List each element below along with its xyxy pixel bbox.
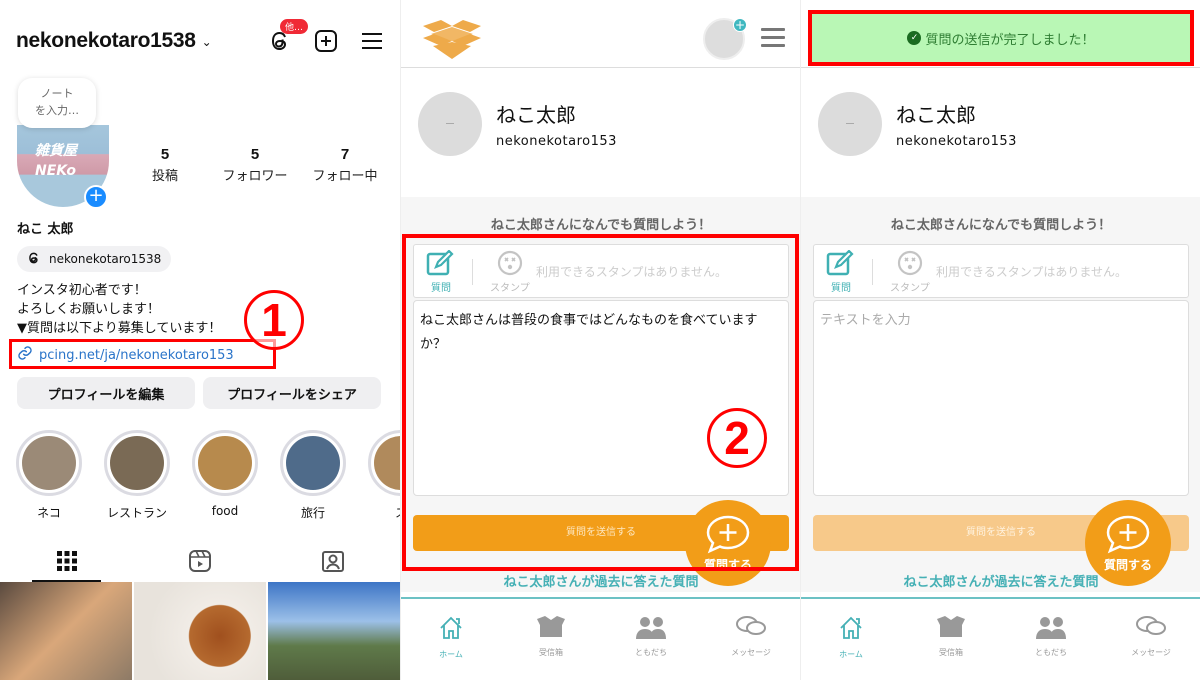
friends-icon xyxy=(1036,617,1066,639)
messages-icon xyxy=(736,616,766,635)
nav-messages[interactable]: メッセージ xyxy=(701,599,800,680)
annotation-step-1: 1 xyxy=(244,290,304,350)
success-toast: ✓ 質問の送信が完了しました！ xyxy=(808,10,1194,66)
annotation-highlight-box-1 xyxy=(9,339,276,369)
add-icon: + xyxy=(733,18,747,32)
bottom-nav: ホーム 受信箱 ともだち メッセージ xyxy=(401,597,800,680)
post-thumbnail[interactable] xyxy=(268,582,400,680)
home-icon xyxy=(840,616,862,639)
question-tools: 質問 スタンプ 利用できるスタンプはありません。 xyxy=(813,244,1189,298)
annotation-step-2: 2 xyxy=(707,408,767,468)
menu-icon[interactable] xyxy=(761,28,785,52)
profile-stats: 5 投稿 5 フォロワー 7 フォロー中 xyxy=(120,146,390,184)
nav-inbox[interactable]: 受信箱 xyxy=(901,599,1001,680)
profile-id: nekonekotaro153 xyxy=(496,134,617,149)
home-icon xyxy=(440,616,462,639)
post-thumbnail[interactable] xyxy=(0,582,132,680)
grid-icon xyxy=(56,551,77,571)
stamp-face-icon xyxy=(897,250,922,276)
highlight-thumbnail xyxy=(22,436,76,490)
peing-header: + xyxy=(401,0,800,68)
stat-followers[interactable]: 5 フォロワー xyxy=(215,146,295,184)
highlight-item[interactable]: ス xyxy=(368,430,400,521)
profile-avatar xyxy=(818,92,882,156)
peing-profile: ねこ太郎 nekonekotaro153 xyxy=(418,92,617,156)
tool-stamp[interactable]: スタンプ xyxy=(490,250,530,294)
messages-icon xyxy=(1136,616,1166,635)
tool-stamp[interactable]: スタンプ xyxy=(890,250,930,294)
tab-reels[interactable] xyxy=(133,540,266,582)
edit-profile-button[interactable]: プロフィールを編集 xyxy=(17,377,195,409)
nav-friends[interactable]: ともだち xyxy=(601,599,701,680)
profile-id: nekonekotaro153 xyxy=(896,134,1017,149)
nav-friends[interactable]: ともだち xyxy=(1001,599,1101,680)
highlight-thumbnail xyxy=(374,436,400,490)
chevron-down-icon[interactable]: ⌄ xyxy=(202,35,212,49)
menu-icon[interactable] xyxy=(360,29,384,53)
nav-messages[interactable]: メッセージ xyxy=(1101,599,1200,680)
notification-badge: 他… xyxy=(280,19,309,34)
nav-inbox[interactable]: 受信箱 xyxy=(501,599,601,680)
peing-box-logo-icon[interactable] xyxy=(419,18,485,64)
bottom-nav: ホーム 受信箱 ともだち メッセージ xyxy=(801,597,1200,680)
reels-icon xyxy=(188,550,211,572)
highlight-item[interactable]: 旅行 xyxy=(280,430,346,521)
highlight-item[interactable]: food xyxy=(192,430,258,521)
bio: インスタ初心者です！ よろしくお願いします！ ▼質問は以下より募集しています！ xyxy=(17,283,222,336)
tab-posts-grid[interactable] xyxy=(0,540,133,582)
threads-icon[interactable]: 他… xyxy=(268,19,309,53)
stamp-empty-message: 利用できるスタンプはありません。 xyxy=(536,265,728,279)
profile-name: ねこ太郎 xyxy=(496,103,576,127)
question-tools: 質問 スタンプ 利用できるスタンプはありません。 xyxy=(413,244,789,298)
ask-question-fab[interactable]: 質問する xyxy=(1085,500,1171,586)
chat-plus-icon xyxy=(706,515,750,554)
box-icon xyxy=(937,616,965,637)
tool-question[interactable]: 質問 xyxy=(426,249,456,294)
tab-tagged[interactable] xyxy=(267,540,400,582)
chat-plus-icon xyxy=(1106,515,1150,554)
nav-home[interactable]: ホーム xyxy=(801,599,901,680)
edit-icon xyxy=(426,249,454,276)
share-profile-button[interactable]: プロフィールをシェア xyxy=(203,377,381,409)
story-highlights: ネコ レストラン food 旅行 ス xyxy=(16,430,400,521)
threads-icon xyxy=(27,251,41,268)
section-title: ねこ太郎さんになんでも質問しよう！ xyxy=(890,218,1112,233)
user-avatar[interactable]: + xyxy=(703,18,747,60)
stat-posts[interactable]: 5 投稿 xyxy=(125,146,205,184)
box-icon xyxy=(537,616,565,637)
nav-home[interactable]: ホーム xyxy=(401,599,501,680)
post-thumbnail[interactable] xyxy=(134,582,266,680)
peing-profile: ねこ太郎 nekonekotaro153 xyxy=(818,92,1017,156)
highlight-thumbnail xyxy=(110,436,164,490)
stamp-empty-message: 利用できるスタンプはありません。 xyxy=(936,265,1128,279)
question-textarea[interactable]: テキストを入力 xyxy=(813,300,1189,496)
highlight-item[interactable]: ネコ xyxy=(16,430,82,521)
add-story-icon[interactable]: + xyxy=(84,185,108,209)
profile-avatar xyxy=(418,92,482,156)
note-bubble[interactable]: ノート を入力… xyxy=(18,78,96,128)
check-circle-icon: ✓ xyxy=(907,31,922,45)
friends-icon xyxy=(636,617,666,639)
highlight-item[interactable]: レストラン xyxy=(104,430,170,521)
tagged-icon xyxy=(322,551,345,572)
instagram-profile-panel: nekonekotaro1538 ⌄ 他… ノート を入力… 雑貨屋 NEKo +… xyxy=(0,0,400,680)
tool-question[interactable]: 質問 xyxy=(826,249,856,294)
highlight-thumbnail xyxy=(198,436,252,490)
display-name: ねこ 太郎 xyxy=(17,222,74,237)
peing-question-panel: + ねこ太郎 nekonekotaro153 ねこ太郎さんになんでも質問しよう！… xyxy=(400,0,800,680)
new-post-icon[interactable] xyxy=(314,29,338,53)
section-title: ねこ太郎さんになんでも質問しよう！ xyxy=(490,218,712,233)
account-switcher[interactable]: nekonekotaro1538 xyxy=(16,29,196,53)
posts-grid xyxy=(0,582,400,680)
stamp-face-icon xyxy=(497,250,522,276)
stat-following[interactable]: 7 フォロー中 xyxy=(305,146,385,184)
ask-question-fab[interactable]: 質問する xyxy=(685,500,771,586)
peing-submitted-panel: ねこ太郎 nekonekotaro153 ねこ太郎さんになんでも質問しよう！ 質… xyxy=(800,0,1200,680)
threads-link-chip[interactable]: nekonekotaro1538 xyxy=(17,246,172,272)
profile-tabs xyxy=(0,540,400,582)
highlight-thumbnail xyxy=(286,436,340,490)
edit-icon xyxy=(826,249,854,276)
profile-name: ねこ太郎 xyxy=(896,103,976,127)
ig-header: nekonekotaro1538 ⌄ 他… xyxy=(16,19,384,58)
